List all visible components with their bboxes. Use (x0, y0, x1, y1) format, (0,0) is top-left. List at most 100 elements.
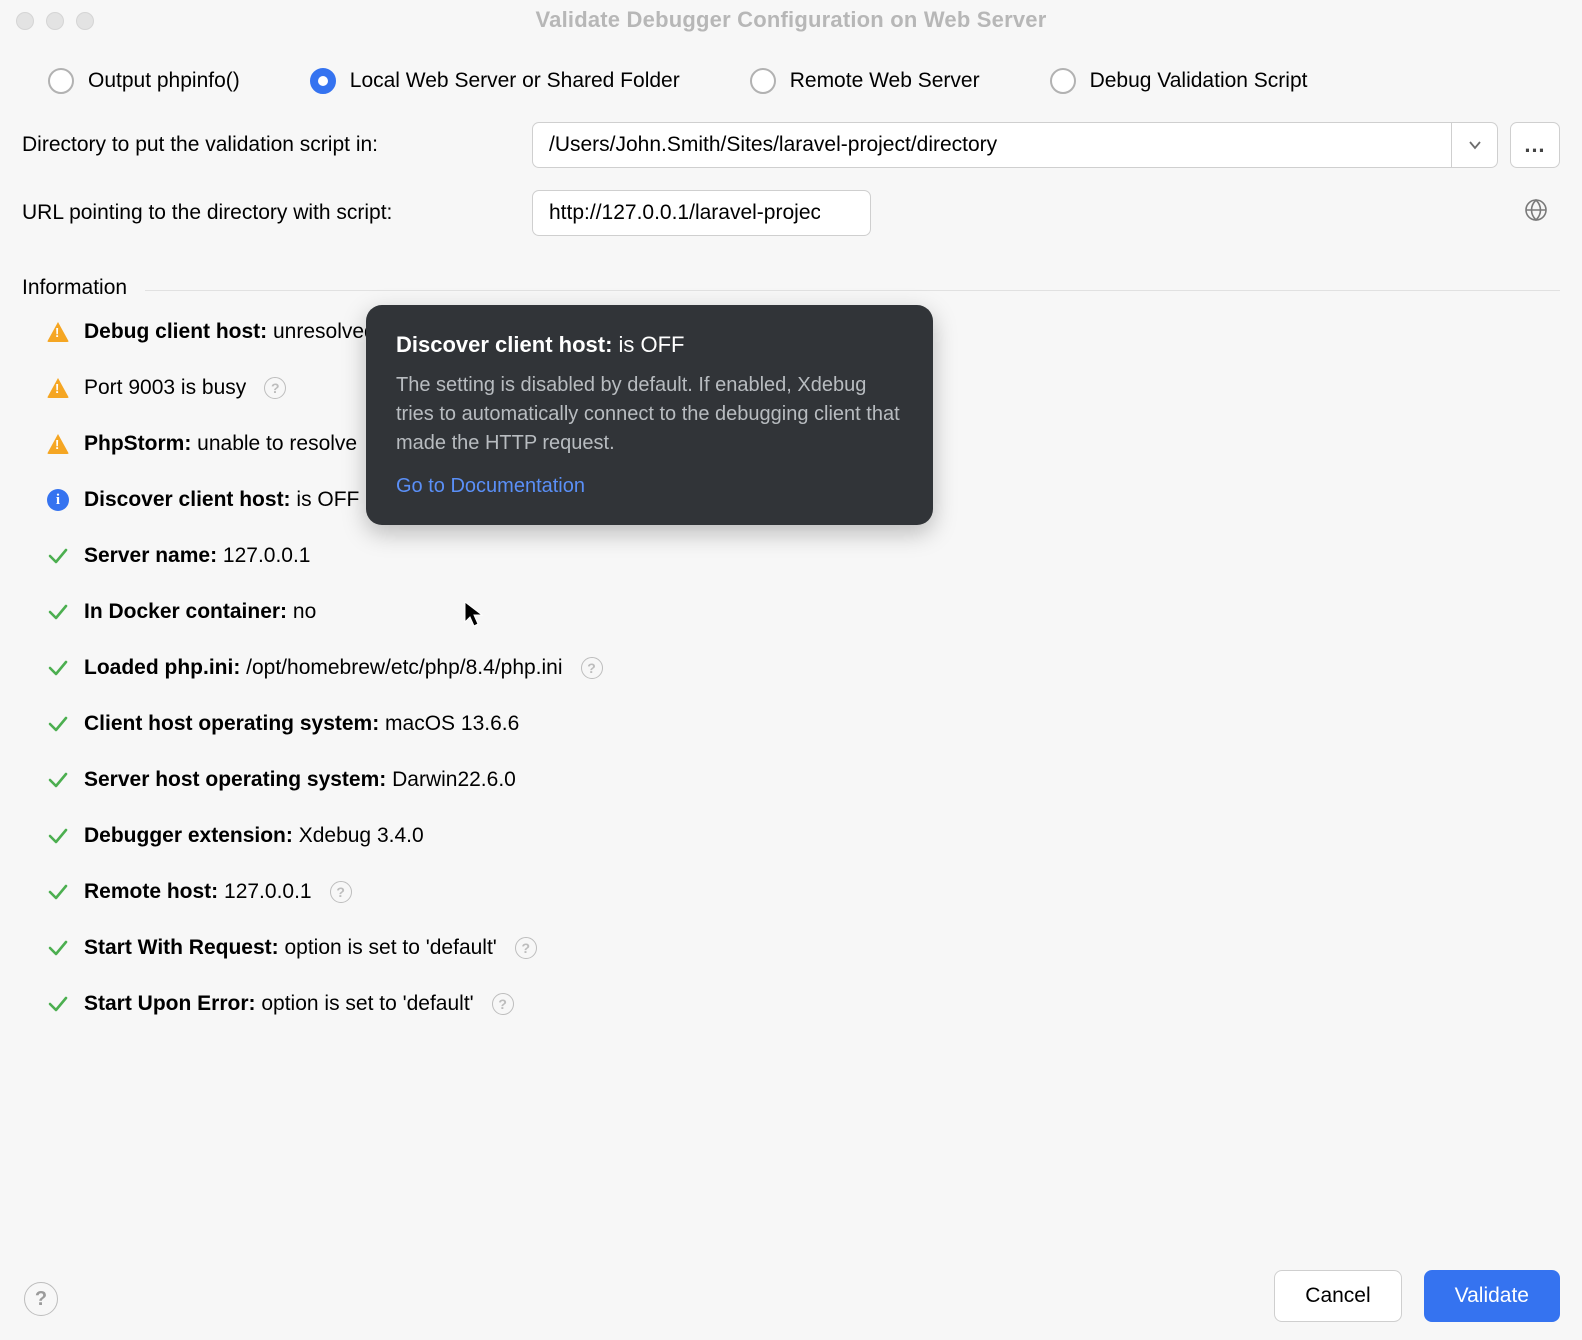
separator (145, 290, 1560, 291)
dialog-button-bar: ? Cancel Validate (0, 1252, 1582, 1340)
help-icon[interactable]: ? (264, 377, 286, 399)
check-icon (46, 544, 70, 568)
info-text: In Docker container: no (84, 600, 316, 624)
info-text: Discover client host: is OFF (84, 488, 359, 512)
radio-label: Debug Validation Script (1090, 69, 1308, 93)
info-text: Server host operating system: Darwin22.6… (84, 768, 516, 792)
info-text-bold: Server name: (84, 544, 217, 567)
info-text-bold: PhpStorm: (84, 432, 191, 455)
info-text-bold: Client host operating system: (84, 712, 379, 735)
traffic-zoom-icon[interactable] (76, 12, 94, 30)
check-icon (46, 992, 70, 1016)
info-text-rest: Port 9003 is busy (84, 376, 246, 399)
help-icon[interactable]: ? (515, 937, 537, 959)
info-text: Start With Request: option is set to 'de… (84, 936, 497, 960)
url-label: URL pointing to the directory with scrip… (22, 201, 512, 225)
info-text-rest: 127.0.0.1 (218, 880, 311, 903)
info-text-bold: Debug client host: (84, 320, 267, 343)
directory-dropdown-button[interactable] (1452, 122, 1498, 168)
tooltip-discover-client-host: Discover client host: is OFF The setting… (366, 305, 933, 525)
form-area: Directory to put the validation script i… (0, 94, 1582, 236)
tooltip-title: Discover client host: (396, 332, 612, 357)
info-text-bold: Debugger extension: (84, 824, 293, 847)
validate-button[interactable]: Validate (1424, 1270, 1560, 1322)
dialog-help-button[interactable]: ? (24, 1282, 58, 1316)
info-icon: i (46, 488, 70, 512)
help-icon[interactable]: ? (581, 657, 603, 679)
help-icon[interactable]: ? (330, 881, 352, 903)
info-text: Client host operating system: macOS 13.6… (84, 712, 519, 736)
chevron-down-icon (1468, 138, 1482, 152)
info-text-rest: is OFF (291, 488, 360, 511)
info-item: Debugger extension: Xdebug 3.4.0 (46, 822, 1560, 850)
info-text-rest: 127.0.0.1 (217, 544, 310, 567)
radio-icon (1050, 68, 1076, 94)
info-item: Server name: 127.0.0.1 (46, 542, 1560, 570)
info-text-bold: Server host operating system: (84, 768, 386, 791)
info-item: Server host operating system: Darwin22.6… (46, 766, 1560, 794)
url-input[interactable] (532, 190, 871, 236)
radio-local-web-server[interactable]: Local Web Server or Shared Folder (310, 68, 680, 94)
radio-label: Output phpinfo() (88, 69, 240, 93)
browse-button[interactable]: … (1510, 122, 1560, 168)
info-text: Debug client host: unresolved (84, 320, 376, 344)
information-header: Information (0, 258, 1582, 300)
mode-radio-group: Output phpinfo() Local Web Server or Sha… (0, 40, 1582, 94)
help-icon[interactable]: ? (492, 993, 514, 1015)
directory-input[interactable] (532, 122, 1452, 168)
info-text: Server name: 127.0.0.1 (84, 544, 311, 568)
tooltip-doc-link[interactable]: Go to Documentation (396, 472, 903, 501)
title-bar: Validate Debugger Configuration on Web S… (0, 0, 1582, 40)
radio-icon (48, 68, 74, 94)
info-text: PhpStorm: unable to resolve (84, 432, 357, 456)
cancel-button[interactable]: Cancel (1274, 1270, 1401, 1322)
info-text: Remote host: 127.0.0.1 (84, 880, 312, 904)
check-icon (46, 712, 70, 736)
radio-output-phpinfo[interactable]: Output phpinfo() (48, 68, 240, 94)
warning-icon (46, 320, 70, 344)
warning-icon (46, 432, 70, 456)
info-text-rest: Darwin22.6.0 (386, 768, 516, 791)
url-row: URL pointing to the directory with scrip… (22, 190, 1560, 236)
radio-icon (750, 68, 776, 94)
info-item: Start Upon Error: option is set to 'defa… (46, 990, 1560, 1018)
traffic-close-icon[interactable] (16, 12, 34, 30)
info-text: Port 9003 is busy (84, 376, 246, 400)
check-icon (46, 600, 70, 624)
info-text-bold: Remote host: (84, 880, 218, 903)
radio-label: Local Web Server or Shared Folder (350, 69, 680, 93)
radio-label: Remote Web Server (790, 69, 980, 93)
info-text-bold: Discover client host: (84, 488, 291, 511)
info-text-rest: macOS 13.6.6 (379, 712, 519, 735)
info-text-rest: /opt/homebrew/etc/php/8.4/php.ini (240, 656, 562, 679)
information-title: Information (22, 276, 127, 300)
info-text: Start Upon Error: option is set to 'defa… (84, 992, 474, 1016)
check-icon (46, 880, 70, 904)
check-icon (46, 656, 70, 680)
check-icon (46, 768, 70, 792)
globe-icon[interactable] (1524, 198, 1548, 228)
check-icon (46, 936, 70, 960)
traffic-lights (16, 12, 94, 30)
info-text-bold: Loaded php.ini: (84, 656, 240, 679)
tooltip-body: The setting is disabled by default. If e… (396, 371, 903, 458)
info-text-bold: Start Upon Error: (84, 992, 256, 1015)
info-item: Remote host: 127.0.0.1 ? (46, 878, 1560, 906)
info-text: Debugger extension: Xdebug 3.4.0 (84, 824, 424, 848)
info-text-rest: no (287, 600, 316, 623)
info-text-rest: unable to resolve (191, 432, 357, 455)
info-text-rest: option is set to 'default' (256, 992, 474, 1015)
info-text-rest: option is set to 'default' (279, 936, 497, 959)
info-text-rest: unresolved (267, 320, 376, 343)
radio-remote-web-server[interactable]: Remote Web Server (750, 68, 980, 94)
info-text-rest: Xdebug 3.4.0 (293, 824, 424, 847)
directory-row: Directory to put the validation script i… (22, 122, 1560, 168)
traffic-minimize-icon[interactable] (46, 12, 64, 30)
radio-icon (310, 68, 336, 94)
info-text-bold: Start With Request: (84, 936, 279, 959)
directory-label: Directory to put the validation script i… (22, 133, 512, 157)
info-item: Loaded php.ini: /opt/homebrew/etc/php/8.… (46, 654, 1560, 682)
check-icon (46, 824, 70, 848)
radio-debug-validation-script[interactable]: Debug Validation Script (1050, 68, 1308, 94)
info-item: In Docker container: no (46, 598, 1560, 626)
